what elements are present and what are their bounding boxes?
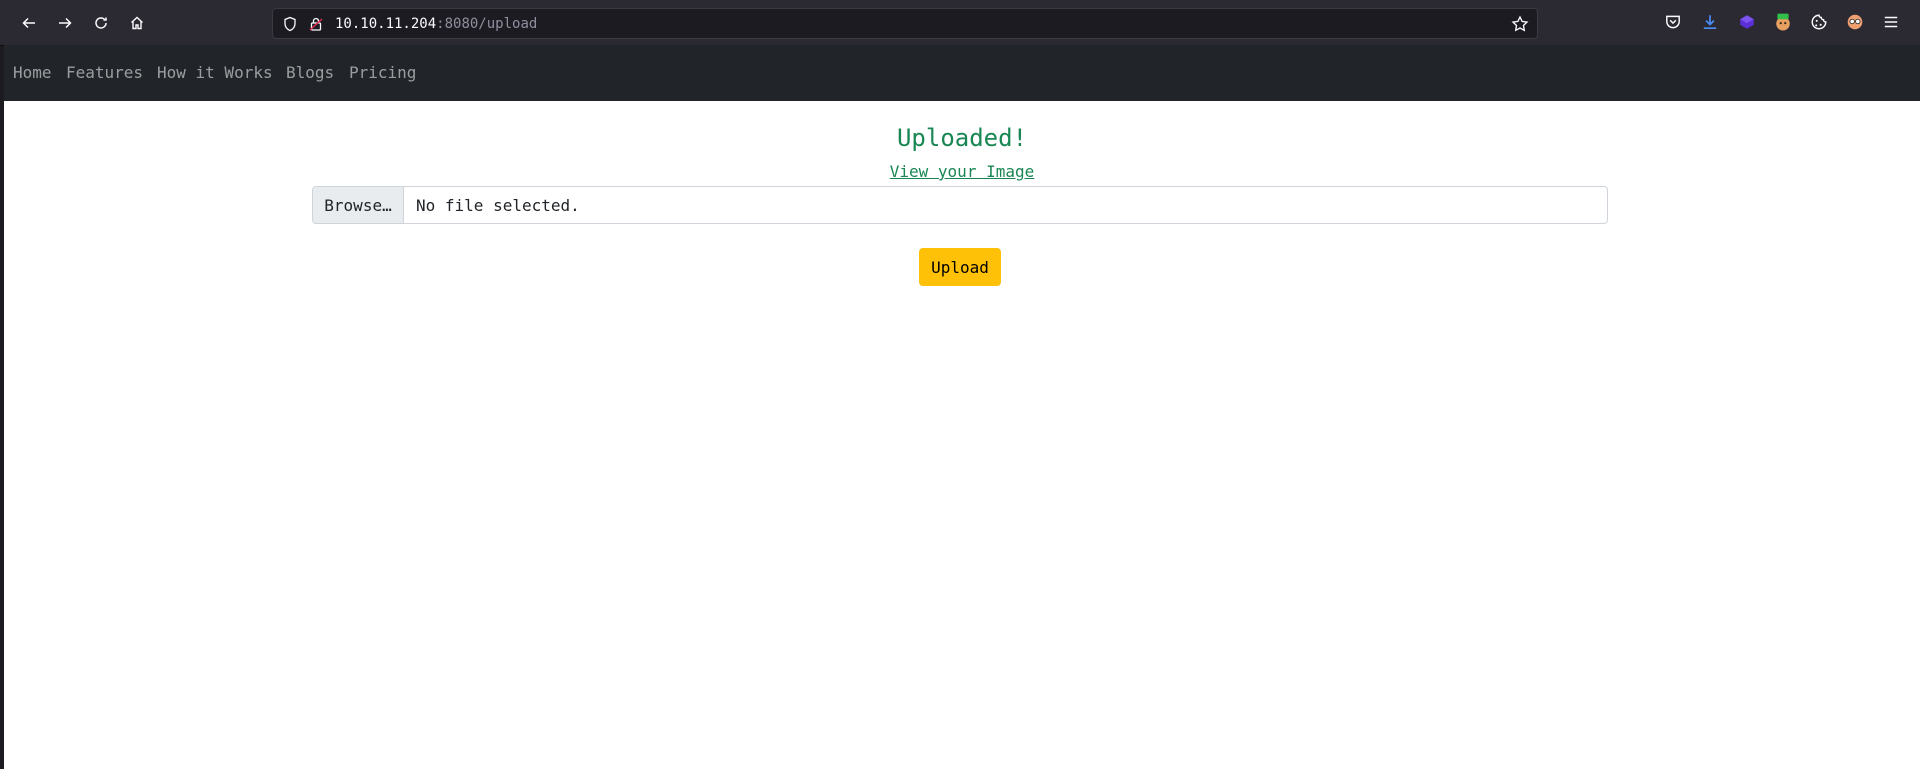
upload-button[interactable]: Upload — [919, 248, 1001, 286]
browse-button[interactable]: Browse… — [313, 187, 404, 223]
view-image-link[interactable]: View your Image — [890, 162, 1035, 181]
url-text: 10.10.11.204:8080/upload — [335, 15, 537, 33]
hamburger-menu-icon — [1884, 16, 1898, 28]
nav-link-blogs[interactable]: Blogs — [286, 63, 334, 83]
burp-extension-button[interactable] — [1772, 11, 1794, 33]
nav-link-home[interactable]: Home — [13, 63, 52, 83]
app-menu-button[interactable] — [1880, 11, 1902, 33]
pocket-button[interactable] — [1662, 11, 1684, 33]
site-navbar: Home Features How it Works Blogs Pricing — [4, 45, 1920, 101]
url-bar[interactable]: 10.10.11.204:8080/upload — [272, 8, 1538, 39]
page-viewport: Home Features How it Works Blogs Pricing… — [4, 45, 1920, 769]
url-host: 10.10.11.204 — [335, 16, 437, 32]
face-glasses-icon — [1847, 14, 1863, 30]
nav-link-how-it-works[interactable]: How it Works — [157, 63, 273, 83]
insecure-lock-icon[interactable] — [308, 16, 324, 32]
home-button[interactable] — [123, 9, 151, 37]
pocket-icon — [1666, 15, 1680, 29]
browser-toolbar: 10.10.11.204:8080/upload — [0, 0, 1920, 46]
burp-face-icon — [1776, 13, 1790, 31]
extension-purple-button[interactable] — [1736, 11, 1758, 33]
cookie-icon — [1811, 14, 1827, 30]
purple-cube-icon — [1740, 15, 1754, 29]
wappalyzer-extension-button[interactable] — [1844, 11, 1866, 33]
shield-icon[interactable] — [282, 16, 298, 32]
file-input[interactable]: Browse… No file selected. — [312, 186, 1608, 224]
view-image-link-row: View your Image — [4, 162, 1920, 182]
upload-status-title: Uploaded! — [896, 124, 1028, 152]
home-icon — [131, 16, 143, 30]
reload-icon — [95, 17, 107, 29]
file-status-text: No file selected. — [416, 195, 580, 215]
nav-link-features[interactable]: Features — [66, 63, 143, 83]
reload-button[interactable] — [87, 9, 115, 37]
arrow-left-icon — [22, 17, 35, 29]
download-icon — [1703, 15, 1717, 30]
cookie-extension-button[interactable] — [1808, 11, 1830, 33]
back-button[interactable] — [15, 9, 43, 37]
forward-button[interactable] — [51, 9, 79, 37]
url-path: :8080/upload — [436, 16, 538, 32]
downloads-button[interactable] — [1699, 11, 1721, 33]
nav-link-pricing[interactable]: Pricing — [349, 63, 416, 83]
bookmark-star-icon[interactable] — [1511, 15, 1529, 33]
arrow-right-icon — [59, 17, 72, 29]
